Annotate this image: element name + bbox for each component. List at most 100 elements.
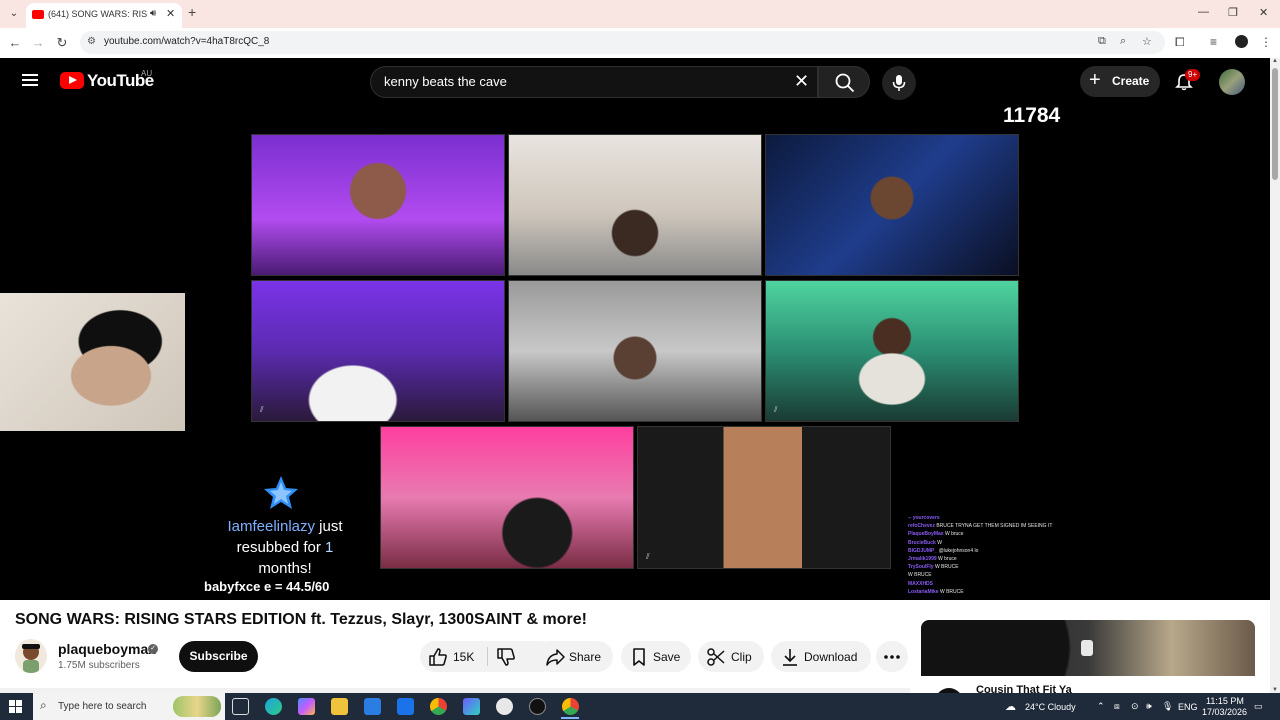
- share-button[interactable]: Share: [535, 641, 613, 672]
- reload-icon[interactable]: ↻: [54, 35, 70, 51]
- chrome-menu-icon[interactable]: ⋮: [1260, 35, 1272, 49]
- webcam-feed-3: [765, 134, 1019, 276]
- camera-watermark-icon: ⫽: [774, 405, 778, 414]
- account-avatar[interactable]: [1219, 69, 1245, 95]
- media-controls-icon[interactable]: ≡: [1210, 35, 1217, 49]
- chrome-icon[interactable]: [430, 698, 447, 715]
- resub-text-end: months!: [258, 560, 312, 577]
- save-button[interactable]: Save: [621, 641, 691, 672]
- site-info-icon[interactable]: ⚙: [87, 36, 96, 47]
- search-input[interactable]: kenny beats the cave ✕: [370, 66, 818, 98]
- chat-message: refoChevez BRUCE TRYNA GET THEM SIGNED I…: [908, 523, 1053, 530]
- volume-icon[interactable]: 🕪︎: [1146, 701, 1152, 712]
- app-icon[interactable]: [463, 698, 480, 715]
- mail-icon[interactable]: [397, 698, 414, 715]
- resub-months: 1: [325, 539, 334, 556]
- webcam-feed-6: ⫽: [765, 280, 1019, 422]
- app-icon-2[interactable]: [496, 698, 513, 715]
- browser-tab-active[interactable]: (641) SONG WARS: RISING STARS EDITION ft…: [26, 3, 182, 28]
- search-query[interactable]: kenny beats the cave: [384, 74, 507, 89]
- youtube-logo-icon[interactable]: [60, 72, 84, 89]
- minimize-button[interactable]: —: [1198, 6, 1209, 18]
- webcam-feed-5: [508, 280, 762, 422]
- microphone-icon: [892, 75, 906, 91]
- subscription-star-icon: [264, 476, 298, 509]
- bookmark-star-icon[interactable]: ☆: [1142, 35, 1152, 48]
- page-scrollbar[interactable]: ▲ ▼: [1270, 58, 1280, 693]
- notifications-badge: 9+: [1185, 69, 1201, 81]
- extensions-icon[interactable]: ⧠: [1175, 35, 1185, 50]
- language-indicator[interactable]: ENG: [1178, 702, 1198, 712]
- verified-check-icon: ✓: [148, 644, 158, 654]
- network-icon[interactable]: ⧈: [1114, 701, 1120, 712]
- share-arrow-icon: [546, 649, 565, 666]
- restore-button[interactable]: ❐: [1228, 6, 1238, 19]
- channel-name[interactable]: plaqueboymax: [58, 641, 156, 657]
- more-actions-button[interactable]: [876, 641, 908, 672]
- location-icon[interactable]: ⊙: [1131, 701, 1139, 712]
- chat-message: MAXXHDS: [908, 580, 934, 587]
- address-bar[interactable]: ⚙ youtube.com/watch?v=4haT8rcQC_8 ⧉ ⌕ ☆: [80, 31, 1165, 54]
- chrome-profile-icon[interactable]: [562, 698, 579, 715]
- tab-search-chevron-icon[interactable]: ⌄: [6, 6, 22, 22]
- microphone-tray-icon[interactable]: 🎙︎: [1162, 701, 1173, 712]
- file-explorer-icon[interactable]: [331, 698, 348, 715]
- browser-toolbar: ← → ↻ ⚙ youtube.com/watch?v=4haT8rcQC_8 …: [0, 28, 1280, 57]
- chat-message: W BRUCE: [908, 572, 932, 579]
- back-arrow-icon[interactable]: ←: [7, 35, 23, 50]
- tray-overflow-icon[interactable]: ⌃: [1097, 701, 1105, 712]
- task-view-icon[interactable]: [232, 698, 249, 715]
- cast-icon[interactable]: ⧉: [1098, 35, 1106, 48]
- download-button[interactable]: Download: [771, 641, 871, 672]
- window-close-button[interactable]: ✕: [1259, 6, 1268, 19]
- edge-browser-icon[interactable]: [265, 698, 282, 715]
- scroll-up-arrow-icon[interactable]: ▲: [1272, 58, 1278, 64]
- taskbar-search-box[interactable]: ⌕ Type here to search: [33, 693, 225, 720]
- thumbs-up-icon[interactable]: [428, 647, 448, 667]
- clock-time[interactable]: 11:15 PM: [1206, 696, 1244, 706]
- active-app-indicator: [561, 717, 579, 719]
- zoom-icon[interactable]: ⌕: [1120, 35, 1126, 48]
- clip-button[interactable]: Clip: [698, 641, 764, 672]
- profile-avatar-icon[interactable]: [1235, 35, 1248, 48]
- camera-watermark-icon: ⫽: [260, 405, 264, 414]
- speaker-icon[interactable]: 🔊︎: [150, 8, 156, 19]
- voice-search-button[interactable]: [882, 66, 916, 100]
- browser-tab-strip: ⌄ (641) SONG WARS: RISING STARS EDITION …: [0, 0, 1280, 28]
- tab-close-icon[interactable]: ✕: [166, 7, 175, 20]
- resub-username: Iamfeelinlazy: [227, 518, 316, 535]
- new-tab-plus-icon[interactable]: +: [188, 4, 196, 20]
- streamer-facecam: [0, 293, 185, 431]
- like-count[interactable]: 15K: [453, 650, 474, 664]
- search-icon: [835, 73, 855, 93]
- clear-search-icon[interactable]: ✕: [794, 71, 809, 92]
- clock-date[interactable]: 17/03/2026: [1202, 707, 1247, 717]
- channel-avatar[interactable]: [15, 639, 47, 673]
- windows-start-icon[interactable]: [9, 700, 22, 713]
- thumbs-down-icon[interactable]: [496, 647, 516, 667]
- url-text: youtube.com/watch?v=4haT8rcQC_8: [104, 36, 270, 47]
- windows-taskbar: ⌕ Type here to search ☁ 24°C Cloudy ⌃ ⧈ …: [0, 693, 1280, 720]
- forward-arrow-icon[interactable]: →: [30, 35, 46, 50]
- hamburger-menu-icon[interactable]: [22, 74, 38, 86]
- app-icon-3[interactable]: [529, 698, 546, 715]
- notification-center-icon[interactable]: ▭: [1254, 701, 1263, 712]
- save-label: Save: [653, 650, 681, 664]
- taskbar-search-icon: ⌕: [40, 698, 47, 712]
- recommended-video-thumbnail[interactable]: [921, 620, 1255, 676]
- youtube-masthead: YouTube AU kenny beats the cave ✕ + Crea…: [0, 58, 1270, 104]
- download-label: Download: [804, 650, 858, 664]
- thumbnail-badge-icon: [1081, 640, 1093, 656]
- weather-cloud-icon[interactable]: ☁: [1005, 700, 1016, 713]
- scrollbar-thumb[interactable]: [1272, 68, 1278, 180]
- search-button[interactable]: [818, 66, 870, 98]
- scissors-icon: [707, 648, 725, 666]
- microsoft-store-icon[interactable]: [364, 698, 381, 715]
- more-horizontal-icon: [884, 655, 900, 659]
- channel-avatar-image: [22, 644, 40, 673]
- video-player[interactable]: 11784 ⫽ ⫽ ⫽ Iamfeelinlazy just resubbed …: [0, 104, 1270, 600]
- subscribe-button[interactable]: Subscribe: [179, 641, 258, 672]
- weather-text[interactable]: 24°C Cloudy: [1025, 702, 1076, 712]
- create-button[interactable]: + Create: [1080, 66, 1160, 97]
- copilot-icon[interactable]: [298, 698, 315, 715]
